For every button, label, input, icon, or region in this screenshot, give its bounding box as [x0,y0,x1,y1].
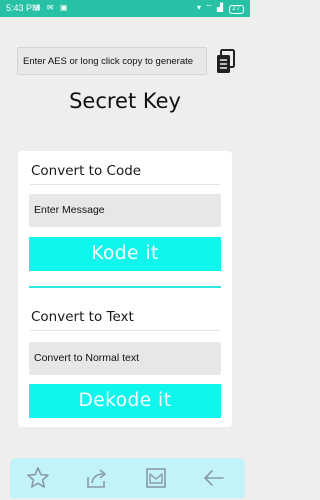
battery-icon: 27 [229,5,244,14]
converter-card: Convert to Code Enter Message Kode it Co… [18,151,232,427]
kode-it-button[interactable]: Kode it [29,237,221,271]
message-input[interactable]: Enter Message [29,194,221,227]
back-arrow-icon[interactable] [202,466,226,490]
share-icon[interactable] [85,466,109,490]
encode-section-title: Convert to Code [31,163,142,179]
copy-icon[interactable] [215,48,237,76]
decode-section-title: Convert to Text [31,309,134,325]
page-title: Secret Key [69,89,181,113]
status-bar: 5:43 PM ⊞ ✉ ▣ ▾ ⌔ ▟ 27 [0,0,250,17]
dekode-it-button[interactable]: Dekode it [29,384,221,418]
signal-wifi-icons: ▾ ⌔ ▟ [196,3,225,12]
star-icon[interactable] [26,466,50,490]
mail-icon[interactable] [144,466,168,490]
section-divider [29,286,221,288]
code-input[interactable]: Convert to Normal text [29,342,221,375]
encode-title-divider [30,184,220,185]
decode-title-divider [30,330,220,331]
bottom-nav-bar [10,458,245,498]
system-icons: ▾ ⌔ ▟ 27 [197,3,244,14]
aes-key-field[interactable]: Enter AES or long click copy to generate [17,47,207,75]
notification-icons: ⊞ ✉ ▣ [34,3,70,12]
